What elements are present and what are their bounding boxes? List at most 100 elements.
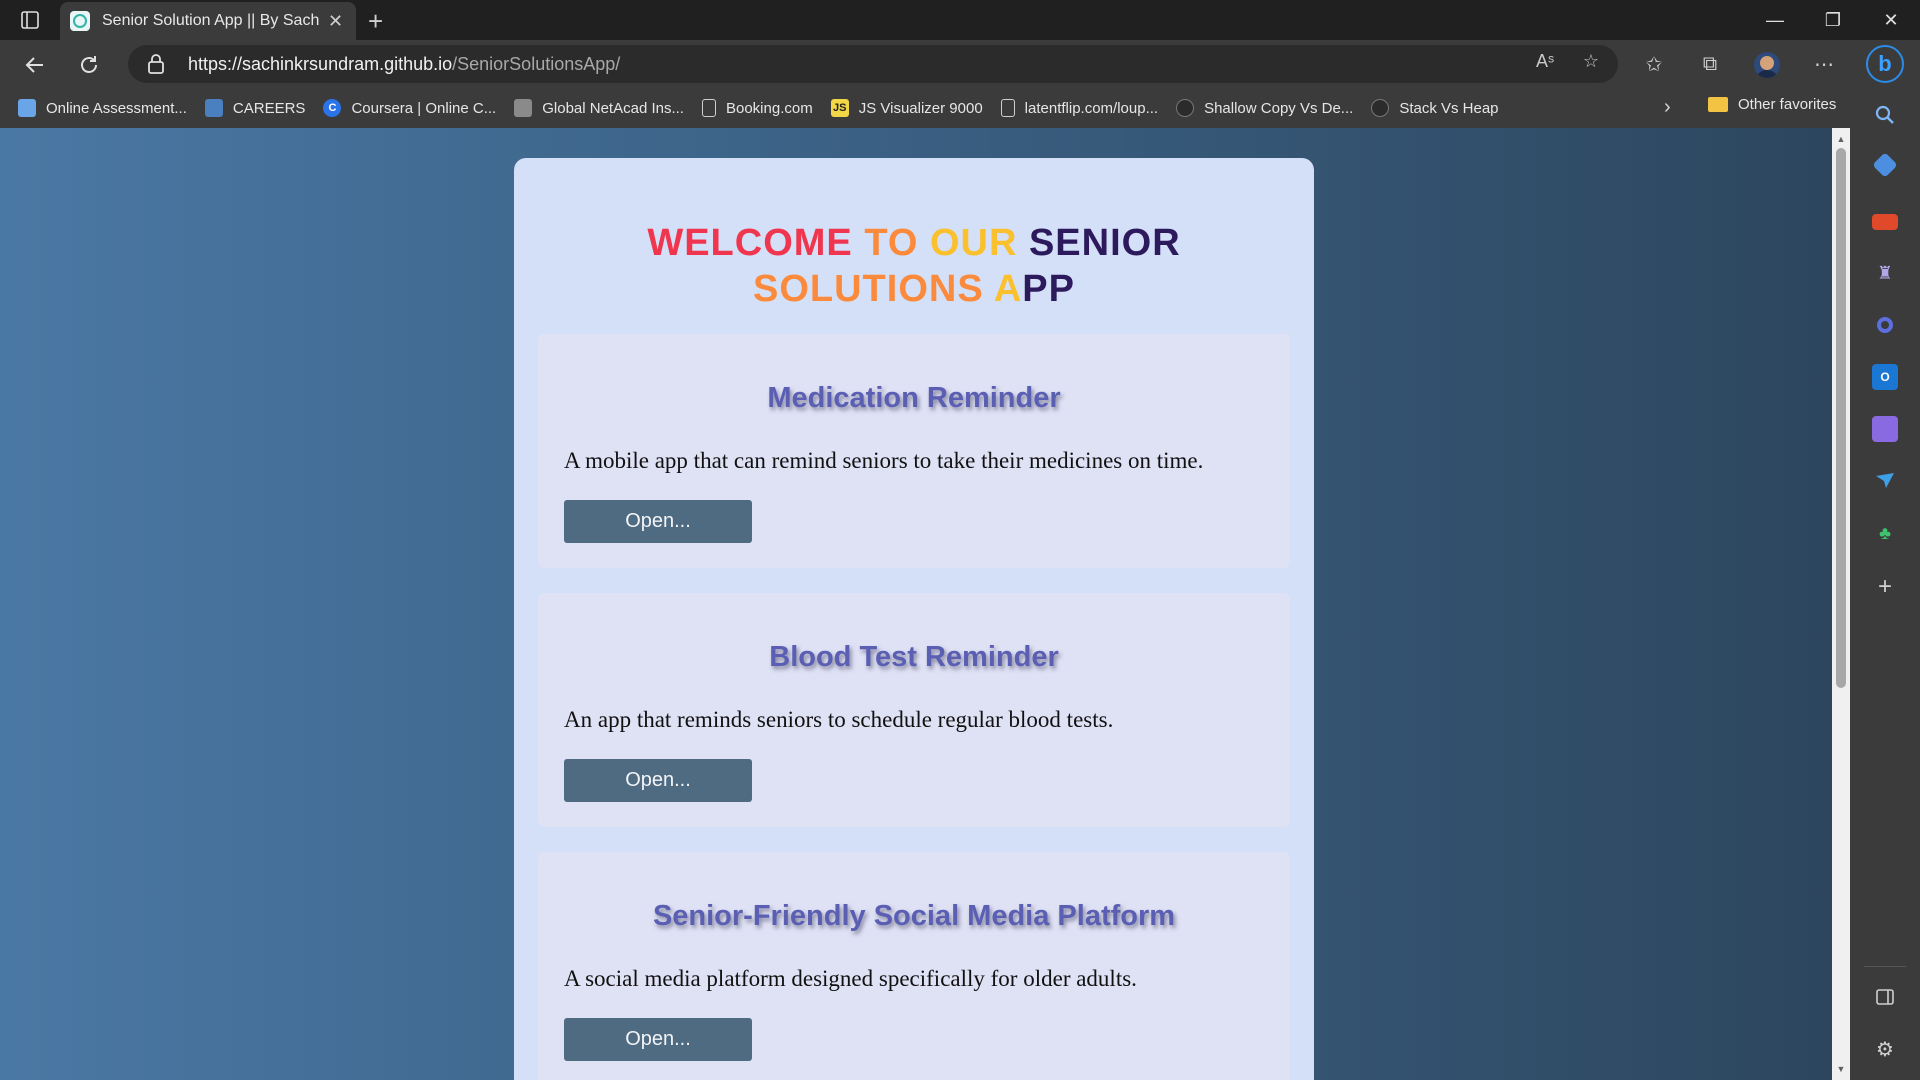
page-scrollbar[interactable]: ▲ ▼	[1832, 128, 1850, 1080]
js-icon: JS	[830, 99, 849, 117]
scroll-up-arrow-icon[interactable]: ▲	[1832, 130, 1850, 148]
refresh-button[interactable]	[74, 50, 104, 80]
favorite-label: Shallow Copy Vs De...	[1204, 99, 1354, 117]
profile-body	[1755, 70, 1779, 78]
site-favicon-icon	[70, 11, 90, 31]
url-path: /SeniorSolutionsApp/	[452, 53, 621, 74]
profile-face	[1760, 56, 1774, 70]
profile-avatar[interactable]	[1752, 50, 1782, 80]
favorite-label: Coursera | Online C...	[351, 99, 497, 117]
collections-icon[interactable]: ⧉	[1696, 50, 1724, 78]
minimize-button[interactable]: —	[1746, 0, 1804, 40]
back-button[interactable]	[20, 50, 50, 80]
tools-briefcase-icon[interactable]	[1872, 214, 1898, 230]
sidebar-divider	[1864, 966, 1906, 967]
solution-card-medication: Medication Reminder A mobile app that ca…	[538, 334, 1290, 568]
shopping-tag-icon[interactable]	[1872, 152, 1898, 178]
card-description: A mobile app that can remind seniors to …	[564, 448, 1204, 473]
favorite-item[interactable]: latentflip.com/loup...	[1000, 99, 1159, 117]
browser-window: Senior Solution App || By SachinKrSundra…	[0, 0, 1920, 1080]
favorite-item[interactable]: Booking.com	[701, 99, 813, 117]
microsoft-365-icon[interactable]	[1872, 312, 1898, 338]
tab-actions-button[interactable]	[16, 8, 44, 32]
edge-sidebar: ♜ O ♣ + ⚙	[1850, 88, 1920, 1080]
favorite-label: Online Assessment...	[46, 99, 187, 117]
page-icon	[1000, 99, 1015, 117]
read-aloud-icon[interactable]: Aˢ	[1532, 48, 1558, 74]
url-host: https://sachinkrsundram.github.io	[188, 53, 453, 74]
send-icon[interactable]	[1872, 468, 1898, 494]
refresh-icon	[81, 56, 97, 73]
github-icon	[1371, 99, 1390, 117]
search-icon[interactable]	[1872, 102, 1898, 128]
tab-senior-solution-app[interactable]: Senior Solution App || By SachinKrSundra…	[60, 2, 356, 40]
tree-icon[interactable]: ♣	[1872, 520, 1898, 546]
title-word-solutions: SOLUTIONS	[753, 268, 994, 310]
page-title: WELCOME TO OUR SENIOR SOLUTIONS APP	[514, 220, 1314, 312]
hide-sidebar-icon[interactable]	[1872, 984, 1898, 1010]
main-container: WELCOME TO OUR SENIOR SOLUTIONS APP Medi…	[514, 158, 1314, 1080]
favorite-item[interactable]: Global NetAcad Ins...	[514, 99, 684, 117]
page-icon	[701, 99, 716, 117]
favorite-item[interactable]: Shallow Copy Vs De...	[1176, 99, 1353, 117]
coursera-icon: C	[323, 99, 342, 117]
favorite-label: CAREERS	[232, 99, 306, 117]
favorite-label: latentflip.com/loup...	[1024, 99, 1159, 117]
back-arrow-icon	[25, 57, 43, 73]
outlook-icon[interactable]: O	[1872, 364, 1898, 390]
favorite-item[interactable]: Online Assessment...	[18, 99, 187, 117]
careers-icon	[204, 99, 223, 117]
scrollbar-thumb[interactable]	[1836, 148, 1846, 688]
favorite-item[interactable]: CAREERS	[204, 99, 306, 117]
card-description: An app that reminds seniors to schedule …	[564, 707, 1114, 732]
title-word-senior: SENIOR	[1028, 222, 1181, 264]
new-tab-button[interactable]: +	[368, 6, 383, 37]
netacad-icon	[514, 99, 533, 117]
favorites-bar: Online Assessment... CAREERS C Coursera |…	[0, 88, 1850, 128]
more-options-icon[interactable]: ⋯	[1810, 50, 1838, 78]
github-icon	[1176, 99, 1195, 117]
open-button[interactable]: Open...	[564, 759, 752, 802]
scroll-down-arrow-icon[interactable]: ▼	[1832, 1060, 1850, 1078]
favorite-label: Global NetAcad Ins...	[542, 99, 684, 117]
card-title: Medication Reminder	[767, 382, 1061, 414]
solution-card-blood-test: Blood Test Reminder An app that reminds …	[538, 593, 1290, 827]
title-line-1: WELCOME TO OUR SENIOR	[514, 220, 1314, 266]
card-description: A social media platform designed specifi…	[564, 966, 1137, 991]
card-title: Senior-Friendly Social Media Platform	[652, 900, 1176, 932]
title-line-2: SOLUTIONS APP	[514, 266, 1314, 312]
favorites-overflow-chevron-icon[interactable]: ›	[1664, 96, 1671, 119]
url-text[interactable]: https://sachinkrsundram.github.io/Senior…	[188, 54, 620, 75]
globe-icon	[18, 99, 36, 117]
page-viewport: WELCOME TO OUR SENIOR SOLUTIONS APP Medi…	[0, 128, 1832, 1080]
favorite-item[interactable]: C Coursera | Online C...	[323, 99, 496, 117]
add-sidebar-app-icon[interactable]: +	[1872, 573, 1898, 600]
favorite-item[interactable]: Stack Vs Heap	[1371, 99, 1499, 117]
restore-button[interactable]: ❐	[1804, 0, 1862, 40]
solution-card-social-media: Senior-Friendly Social Media Platform A …	[538, 852, 1290, 1080]
favorite-item[interactable]: JS JS Visualizer 9000	[830, 99, 983, 117]
settings-gear-icon[interactable]: ⚙	[1872, 1036, 1898, 1062]
address-bar[interactable]: https://sachinkrsundram.github.io/Senior…	[128, 45, 1618, 83]
designer-icon[interactable]	[1872, 416, 1898, 442]
folder-icon	[1708, 97, 1728, 112]
title-letters-pp: PP	[1022, 268, 1075, 310]
favorite-label: Booking.com	[725, 99, 813, 117]
lock-icon[interactable]	[146, 53, 166, 75]
title-letter-a: A	[993, 268, 1023, 310]
bing-copilot-button[interactable]: b	[1866, 45, 1904, 83]
tab-close-icon[interactable]: ✕	[328, 11, 343, 32]
tab-title: Senior Solution App || By SachinKrSundra…	[102, 12, 320, 29]
card-title: Blood Test Reminder	[769, 641, 1059, 673]
favorite-label: Stack Vs Heap	[1399, 99, 1499, 117]
browser-toolbar: https://sachinkrsundram.github.io/Senior…	[0, 40, 1920, 88]
favorites-icon[interactable]: ✩	[1640, 50, 1668, 78]
favorite-label: JS Visualizer 9000	[858, 99, 983, 117]
title-word-our: OUR	[929, 222, 1029, 264]
open-button[interactable]: Open...	[564, 1018, 752, 1061]
games-icon[interactable]: ♜	[1872, 260, 1898, 286]
open-button[interactable]: Open...	[564, 500, 752, 543]
other-favorites[interactable]: Other favorites	[1708, 96, 1836, 113]
close-window-button[interactable]: ✕	[1862, 0, 1920, 40]
add-favorite-icon[interactable]: ☆	[1578, 48, 1604, 74]
